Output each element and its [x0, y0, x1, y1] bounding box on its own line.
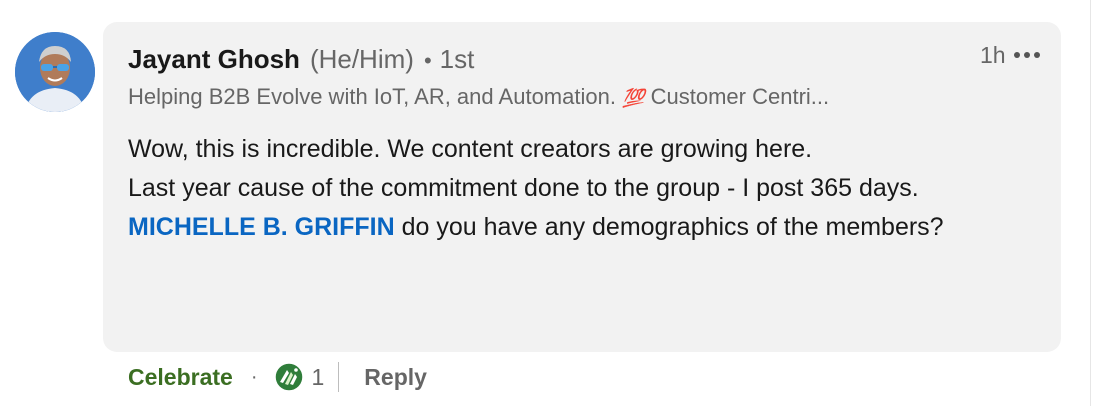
action-divider: [338, 362, 340, 392]
mention-followup-text: do you have any demographics of the memb…: [394, 213, 944, 241]
hundred-points-icon: 💯: [622, 88, 645, 108]
mention-link[interactable]: MICHELLE B. GRIFFIN: [128, 213, 395, 241]
more-options-button[interactable]: [1010, 41, 1044, 69]
separator-dot: ·: [250, 365, 258, 388]
more-horizontal-icon: [1034, 52, 1040, 58]
comment-body: Wow, this is incredible. We content crea…: [128, 130, 1028, 247]
comment-actions: Celebrate · 1 Reply: [128, 360, 427, 394]
avatar-photo: [15, 32, 95, 112]
reply-button[interactable]: Reply: [364, 364, 427, 391]
comment-bubble: Jayant Ghosh (He/Him) • 1st 1h Helping B…: [103, 22, 1061, 352]
celebrate-button[interactable]: Celebrate: [128, 364, 233, 391]
comment-line-with-mention: MICHELLE B. GRIFFIN do you have any demo…: [128, 208, 1028, 247]
connection-degree: 1st: [439, 44, 475, 74]
author-pronouns: (He/Him): [309, 44, 414, 74]
author-headline: Helping B2B Evolve with IoT, AR, and Aut…: [128, 84, 829, 110]
celebrate-reaction-icon[interactable]: [273, 362, 304, 392]
avatar[interactable]: [15, 32, 95, 112]
comment-line: Wow, this is incredible. We content crea…: [128, 135, 813, 163]
comment-line: Last year cause of the commitment done t…: [128, 174, 919, 202]
more-horizontal-icon: [1024, 52, 1030, 58]
panel-border: [1090, 0, 1091, 406]
more-horizontal-icon: [1014, 52, 1020, 58]
author-name[interactable]: Jayant Ghosh: [128, 44, 300, 75]
author-row: Jayant Ghosh (He/Him) • 1st: [128, 44, 474, 76]
headline-text-continued: Customer Centri...: [650, 84, 830, 109]
headline-text: Helping B2B Evolve with IoT, AR, and Aut…: [128, 84, 616, 109]
separator-dot: •: [423, 48, 432, 73]
reaction-count[interactable]: 1: [312, 364, 325, 391]
comment-timestamp: 1h: [980, 42, 1006, 68]
